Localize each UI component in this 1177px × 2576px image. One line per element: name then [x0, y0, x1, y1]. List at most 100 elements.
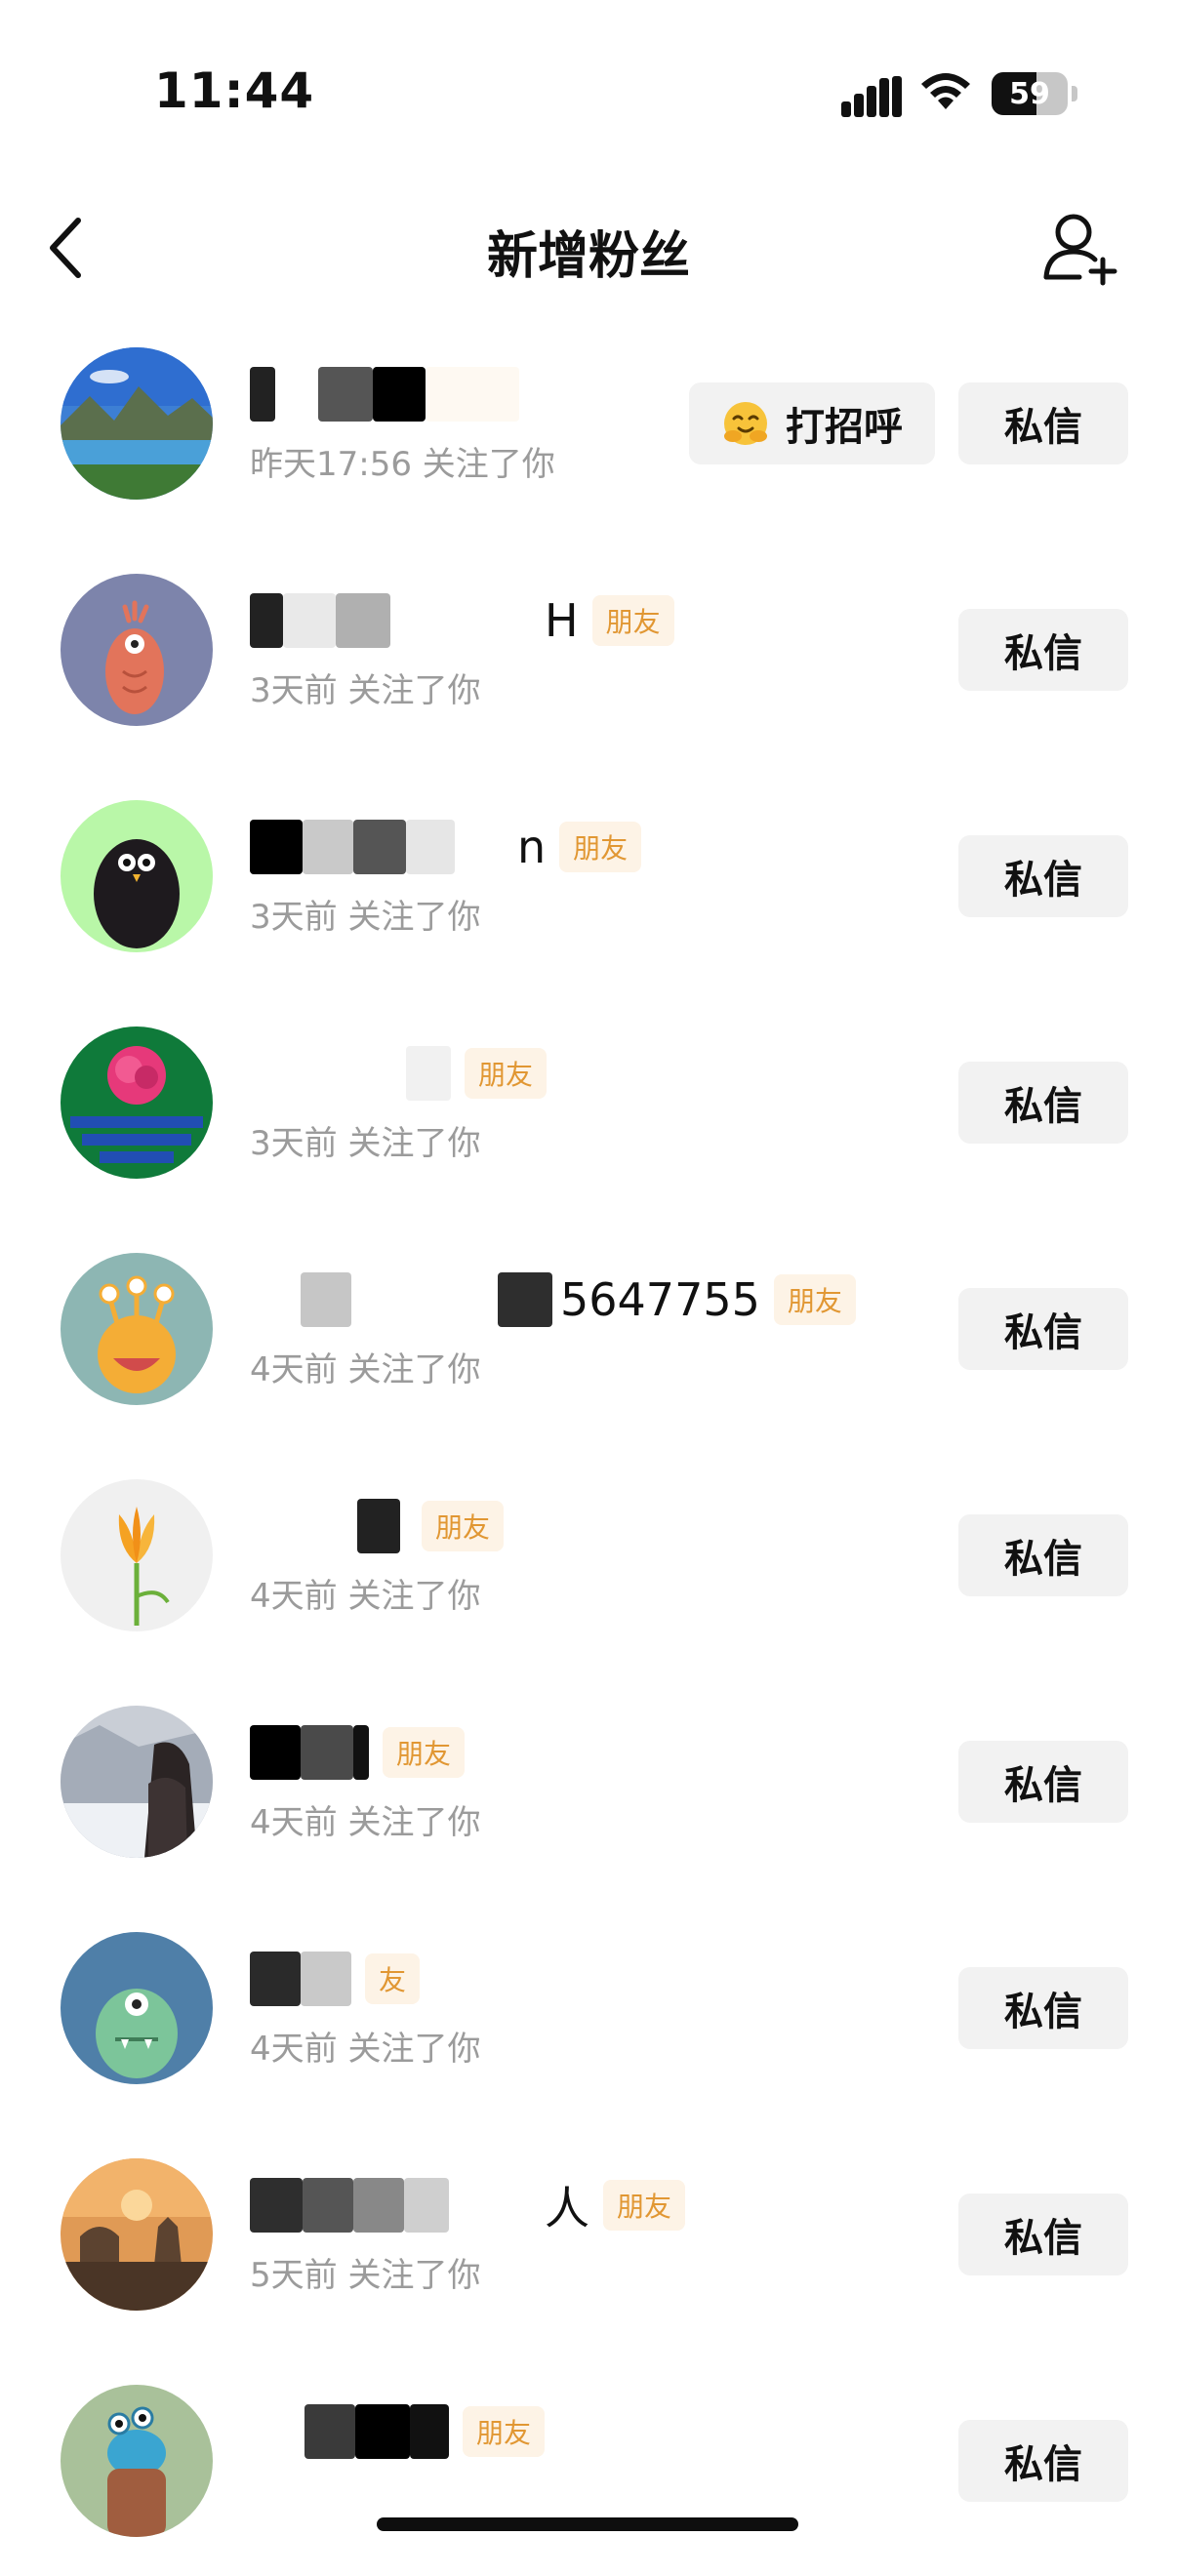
- redacted-block: [250, 367, 275, 422]
- fan-row[interactable]: H 朋友 3天前 关注了你 私信: [0, 539, 1177, 765]
- home-indicator[interactable]: [377, 2517, 798, 2531]
- name-visible-part: 5647755: [560, 1273, 760, 1326]
- redacted-block: [318, 367, 373, 422]
- avatar[interactable]: [61, 347, 213, 500]
- message-button[interactable]: 私信: [958, 2420, 1128, 2502]
- avatar[interactable]: [61, 2158, 213, 2311]
- redacted-block: [250, 593, 283, 648]
- friend-badge: 朋友: [465, 1048, 548, 1099]
- fan-row[interactable]: 朋友 4天前 关注了你 私信: [0, 1670, 1177, 1897]
- redacted-block: [303, 820, 353, 874]
- message-button[interactable]: 私信: [958, 1062, 1128, 1144]
- name-visible-part: H: [545, 594, 579, 647]
- battery-cap: [1072, 86, 1077, 101]
- redacted-block: [410, 2404, 449, 2459]
- friend-badge: 朋友: [383, 1727, 466, 1778]
- avatar[interactable]: [61, 2385, 213, 2537]
- fan-name: 友: [250, 1948, 421, 2010]
- redacted-block: [449, 2178, 537, 2233]
- message-button[interactable]: 私信: [958, 2194, 1128, 2275]
- redacted-block: [406, 1046, 451, 1101]
- message-button[interactable]: 私信: [958, 835, 1128, 917]
- redacted-block: [353, 2178, 404, 2233]
- message-button[interactable]: 私信: [958, 382, 1128, 464]
- fan-name: 朋友: [250, 2400, 546, 2463]
- fan-row[interactable]: 朋友 4天前 关注了你 私信: [0, 1444, 1177, 1670]
- avatar[interactable]: [61, 1479, 213, 1631]
- greet-label: 打招呼: [786, 405, 903, 450]
- redacted-block: [355, 2404, 410, 2459]
- message-button[interactable]: 私信: [958, 1741, 1128, 1823]
- avatar[interactable]: [61, 1253, 213, 1405]
- redacted-block: [336, 593, 390, 648]
- redacted-block: [250, 2178, 303, 2233]
- fan-name: n 朋友: [250, 816, 642, 878]
- greet-button[interactable]: 打招呼: [689, 382, 935, 464]
- message-button[interactable]: 私信: [958, 609, 1128, 691]
- page-title: 新增粉丝: [486, 227, 690, 286]
- redacted-block: [390, 593, 537, 648]
- follow-time: 5天前 关注了你: [250, 2256, 481, 2295]
- friend-badge: 朋友: [591, 595, 674, 646]
- fan-name: 朋友: [250, 1721, 466, 1784]
- follow-time: 昨天17:56 关注了你: [250, 445, 555, 484]
- redacted-block: [301, 1952, 351, 2006]
- wifi-icon: [921, 73, 970, 109]
- name-visible-part: n: [517, 821, 547, 873]
- avatar[interactable]: [61, 1026, 213, 1179]
- fan-name: H 朋友: [250, 589, 674, 652]
- redacted-block: [373, 367, 426, 422]
- fan-row[interactable]: 人 朋友 5天前 关注了你 私信: [0, 2123, 1177, 2350]
- fan-row[interactable]: 朋友 3天前 关注了你 私信: [0, 991, 1177, 1218]
- fan-name: [250, 363, 519, 425]
- follow-time: 3天前 关注了你: [250, 671, 481, 710]
- avatar[interactable]: [61, 1706, 213, 1858]
- friend-badge: 朋友: [463, 2406, 546, 2457]
- avatar[interactable]: [61, 1932, 213, 2084]
- follow-time: 4天前 关注了你: [250, 2030, 481, 2069]
- add-friend-button[interactable]: [1040, 209, 1124, 287]
- fan-name: 朋友: [250, 1495, 505, 1557]
- redacted-block: [250, 2404, 304, 2459]
- cellular-signal-icon: [841, 76, 902, 117]
- follow-time: 3天前 关注了你: [250, 1124, 481, 1163]
- redacted-block: [250, 820, 303, 874]
- redacted-block: [301, 1272, 351, 1327]
- fan-name: 朋友: [250, 1042, 548, 1105]
- fan-row[interactable]: 昨天17:56 关注了你 打招呼 私信: [0, 312, 1177, 539]
- message-button[interactable]: 私信: [958, 1514, 1128, 1596]
- message-button[interactable]: 私信: [958, 1288, 1128, 1370]
- avatar[interactable]: [61, 574, 213, 726]
- nav-header: 新增粉丝: [0, 185, 1177, 312]
- follow-time: 4天前 关注了你: [250, 1577, 481, 1616]
- redacted-block: [353, 820, 406, 874]
- friend-badge: 朋友: [773, 1274, 856, 1325]
- fan-row[interactable]: 朋友 私信: [0, 2350, 1177, 2576]
- message-button[interactable]: 私信: [958, 1967, 1128, 2049]
- redacted-block: [303, 2178, 353, 2233]
- redacted-block: [304, 2404, 355, 2459]
- redacted-block: [357, 1499, 400, 1553]
- redacted-block: [250, 1952, 301, 2006]
- friend-badge: 朋友: [422, 1501, 505, 1551]
- friend-badge: 友: [365, 1953, 421, 2004]
- fan-row[interactable]: 友 4天前 关注了你 私信: [0, 1897, 1177, 2123]
- fan-list: 昨天17:56 关注了你 打招呼 私信 H 朋友 3天前 关注了你 私信 n 朋…: [0, 312, 1177, 2576]
- fan-row[interactable]: n 朋友 3天前 关注了你 私信: [0, 765, 1177, 991]
- fan-row[interactable]: 5647755 朋友 4天前 关注了你 私信: [0, 1218, 1177, 1444]
- fan-name: 人 朋友: [250, 2174, 686, 2236]
- avatar[interactable]: [61, 800, 213, 952]
- follow-time: 3天前 关注了你: [250, 898, 481, 937]
- status-bar: 11:44 59: [0, 0, 1177, 185]
- redacted-block: [498, 1272, 552, 1327]
- redacted-block: [406, 820, 455, 874]
- friend-badge: 朋友: [603, 2180, 686, 2231]
- redacted-block: [250, 1046, 406, 1101]
- redacted-block: [351, 1272, 498, 1327]
- battery-level: 59: [1009, 76, 1050, 111]
- status-time: 11:44: [154, 62, 315, 119]
- redacted-block: [400, 1499, 408, 1553]
- hug-emoji-icon: [724, 402, 767, 445]
- redacted-block: [250, 1272, 301, 1327]
- friend-badge: 朋友: [559, 822, 642, 872]
